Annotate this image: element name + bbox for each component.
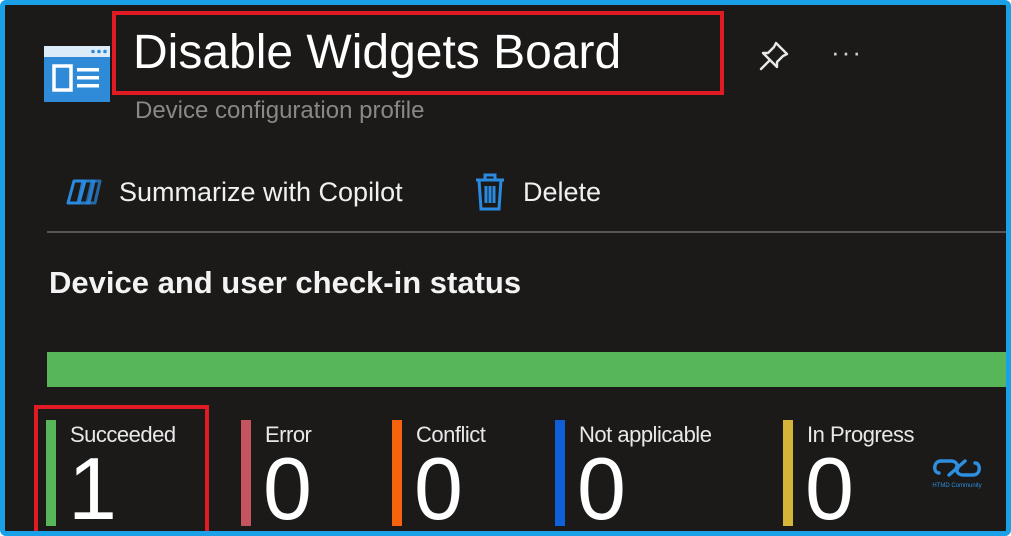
htmd-watermark: HTMD Community bbox=[929, 453, 985, 493]
stat-count: 0 bbox=[577, 439, 626, 536]
stat-count: 0 bbox=[414, 439, 463, 536]
stat-count: 0 bbox=[263, 439, 312, 536]
trash-icon bbox=[476, 173, 504, 211]
status-color-stripe bbox=[555, 420, 565, 526]
title-highlight-box bbox=[112, 11, 724, 95]
copilot-icon bbox=[66, 179, 102, 205]
succeeded-highlight-box bbox=[34, 405, 209, 531]
delete-label: Delete bbox=[523, 176, 602, 207]
status-color-stripe bbox=[392, 420, 402, 526]
more-options-icon[interactable]: ··· bbox=[831, 37, 863, 68]
app-frame: Disable Widgets Board ··· Device configu… bbox=[0, 0, 1011, 536]
succeeded-bar-fill bbox=[47, 352, 1006, 387]
htmd-logo-icon bbox=[933, 459, 981, 477]
checkin-status-bar bbox=[47, 352, 1006, 387]
page-subtitle: Device configuration profile bbox=[135, 97, 425, 124]
summarize-with-copilot-button[interactable]: Summarize with Copilot bbox=[65, 170, 403, 214]
pin-icon[interactable] bbox=[757, 39, 791, 73]
summarize-label: Summarize with Copilot bbox=[119, 176, 403, 207]
watermark-text: HTMD Community bbox=[932, 483, 982, 489]
toolbar-divider bbox=[47, 231, 1006, 233]
status-color-stripe bbox=[783, 420, 793, 526]
stat-count: 0 bbox=[805, 439, 854, 536]
checkin-status-heading: Device and user check-in status bbox=[49, 265, 522, 300]
delete-button[interactable]: Delete bbox=[473, 170, 601, 214]
device-profile-icon bbox=[44, 46, 110, 102]
status-color-stripe bbox=[241, 420, 251, 526]
